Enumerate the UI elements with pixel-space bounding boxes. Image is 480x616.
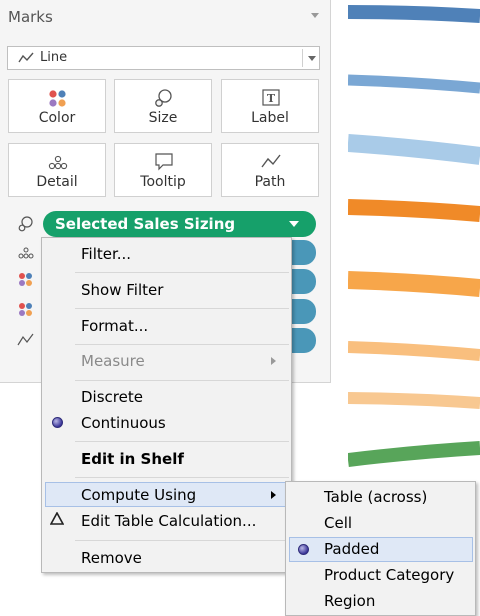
marks-title: Marks — [8, 8, 53, 26]
menu-item-edit-table-calculation[interactable]: Edit Table Calculation... — [81, 512, 256, 530]
color-icon — [49, 90, 66, 107]
size-label: Size — [148, 110, 178, 126]
detail-icon — [18, 247, 34, 259]
tooltip-icon — [155, 153, 173, 171]
radio-selected-icon — [298, 544, 309, 555]
menu-item-format[interactable]: Format... — [81, 317, 148, 335]
path-icon — [261, 154, 281, 168]
pill-label: Selected Sales Sizing — [55, 215, 236, 233]
size-icon — [18, 216, 33, 232]
color-icon — [19, 303, 32, 316]
submenu-item-cell[interactable]: Cell — [324, 514, 352, 532]
chevron-right-icon — [271, 491, 276, 499]
menu-item-measure: Measure — [81, 352, 145, 370]
chart-line-4 — [348, 199, 480, 222]
line-icon — [18, 52, 34, 63]
path-label: Path — [254, 174, 286, 190]
chevron-down-icon[interactable] — [289, 221, 299, 227]
path-icon — [17, 333, 34, 346]
size-icon — [155, 89, 172, 107]
label-button[interactable]: T Label — [221, 79, 319, 133]
menu-item-remove[interactable]: Remove — [81, 549, 142, 567]
selected-sales-sizing-pill[interactable]: Selected Sales Sizing — [43, 211, 316, 237]
size-button[interactable]: Size — [114, 79, 212, 133]
radio-selected-icon — [52, 417, 63, 428]
detail-icon — [48, 155, 68, 170]
tooltip-label: Tooltip — [140, 174, 186, 190]
label-icon: T — [262, 89, 280, 106]
color-button[interactable]: Color — [8, 79, 106, 133]
menu-item-compute-using[interactable]: Compute Using — [81, 486, 196, 504]
submenu-item-product-category[interactable]: Product Category — [324, 566, 454, 584]
chart-line-1 — [348, 5, 480, 23]
menu-item-edit-in-shelf[interactable]: Edit in Shelf — [81, 450, 184, 468]
chart-line-5 — [348, 271, 480, 297]
chart-line-2 — [348, 74, 480, 94]
submenu-item-table-across[interactable]: Table (across) — [324, 488, 427, 506]
menu-item-discrete[interactable]: Discrete — [81, 388, 143, 406]
chevron-down-icon — [308, 56, 316, 61]
label-label: Label — [251, 110, 289, 126]
mark-type-value: Line — [40, 50, 68, 65]
chevron-right-icon — [271, 357, 276, 365]
mark-type-dropdown[interactable]: Line — [7, 46, 320, 70]
menu-item-continuous[interactable]: Continuous — [81, 414, 166, 432]
chart-line-8 — [348, 441, 480, 467]
delta-icon — [50, 512, 64, 525]
menu-item-filter[interactable]: Filter... — [81, 245, 131, 263]
detail-button[interactable]: Detail — [8, 143, 106, 197]
pill-context-menu: Filter... Show Filter Format... Measure … — [41, 237, 292, 573]
chart-line-6 — [348, 341, 480, 361]
chart-line-3 — [348, 134, 480, 165]
color-icon — [19, 273, 32, 286]
path-button[interactable]: Path — [221, 143, 319, 197]
compute-using-submenu: Table (across) Cell Padded Product Categ… — [285, 481, 476, 616]
submenu-item-padded[interactable]: Padded — [324, 540, 379, 558]
submenu-highlight — [289, 537, 473, 562]
detail-label: Detail — [36, 174, 78, 190]
color-label: Color — [38, 110, 76, 126]
submenu-item-region[interactable]: Region — [324, 592, 375, 610]
marks-menu-icon[interactable] — [311, 13, 319, 18]
menu-item-show-filter[interactable]: Show Filter — [81, 281, 163, 299]
svg-text:T: T — [267, 92, 276, 105]
tooltip-button[interactable]: Tooltip — [114, 143, 212, 197]
chart-line-7 — [348, 392, 480, 409]
